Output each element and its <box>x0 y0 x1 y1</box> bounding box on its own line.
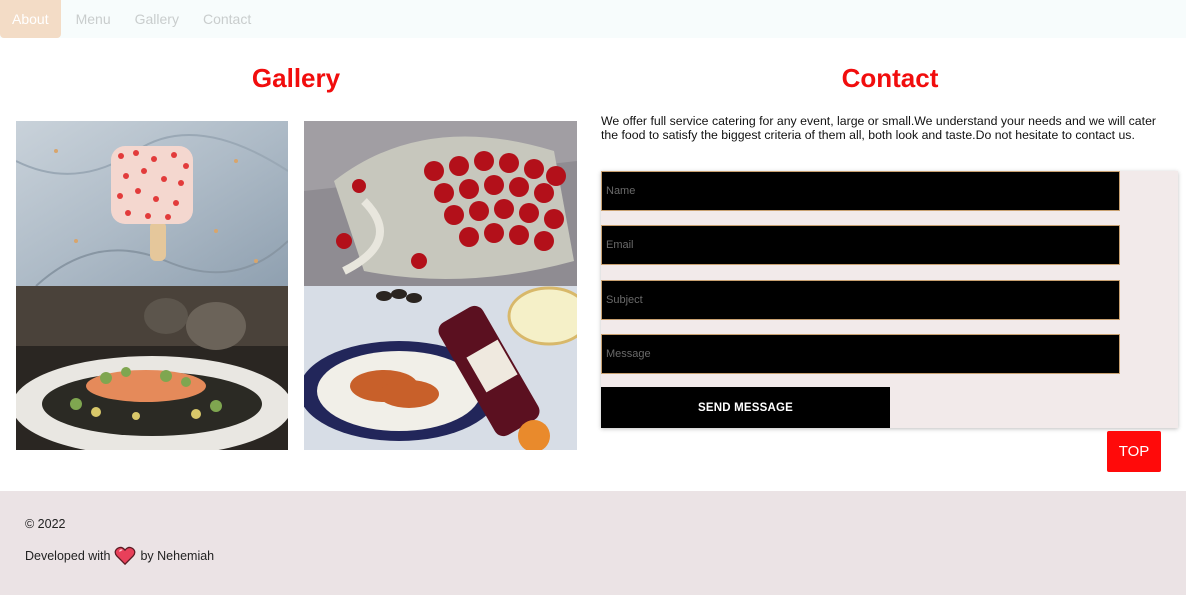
pasta-wine-photo <box>304 286 577 450</box>
contact-title: Contact <box>841 63 939 93</box>
heart-icon <box>114 546 136 566</box>
developed-suffix: by Nehemiah <box>140 549 215 563</box>
send-message-button[interactable]: SEND MESSAGE <box>601 387 890 428</box>
gallery-title: Gallery <box>251 63 341 93</box>
name-field[interactable]: Name <box>601 171 1120 211</box>
email-field[interactable]: Email <box>601 225 1120 265</box>
subject-field[interactable]: Subject <box>601 280 1120 320</box>
popsicle-photo <box>16 121 288 286</box>
nav-gallery[interactable]: Gallery <box>123 0 191 38</box>
nav-menu[interactable]: Menu <box>61 0 123 38</box>
message-field[interactable]: Message <box>601 334 1120 374</box>
cherries-photo <box>304 121 577 286</box>
developed-by-line: Developed with by Nehemiah <box>25 546 214 566</box>
nav-contact[interactable]: Contact <box>191 0 263 38</box>
copyright-text: © 2022 <box>25 517 66 531</box>
developed-prefix: Developed with <box>25 549 111 563</box>
contact-description: We offer full service catering for any e… <box>601 114 1156 142</box>
nav-about[interactable]: About <box>0 0 61 38</box>
top-navbar: About Menu Gallery Contact <box>0 0 1186 38</box>
footer <box>0 491 1186 595</box>
salmon-dish-photo <box>16 286 288 450</box>
back-to-top-button[interactable]: TOP <box>1107 431 1161 472</box>
